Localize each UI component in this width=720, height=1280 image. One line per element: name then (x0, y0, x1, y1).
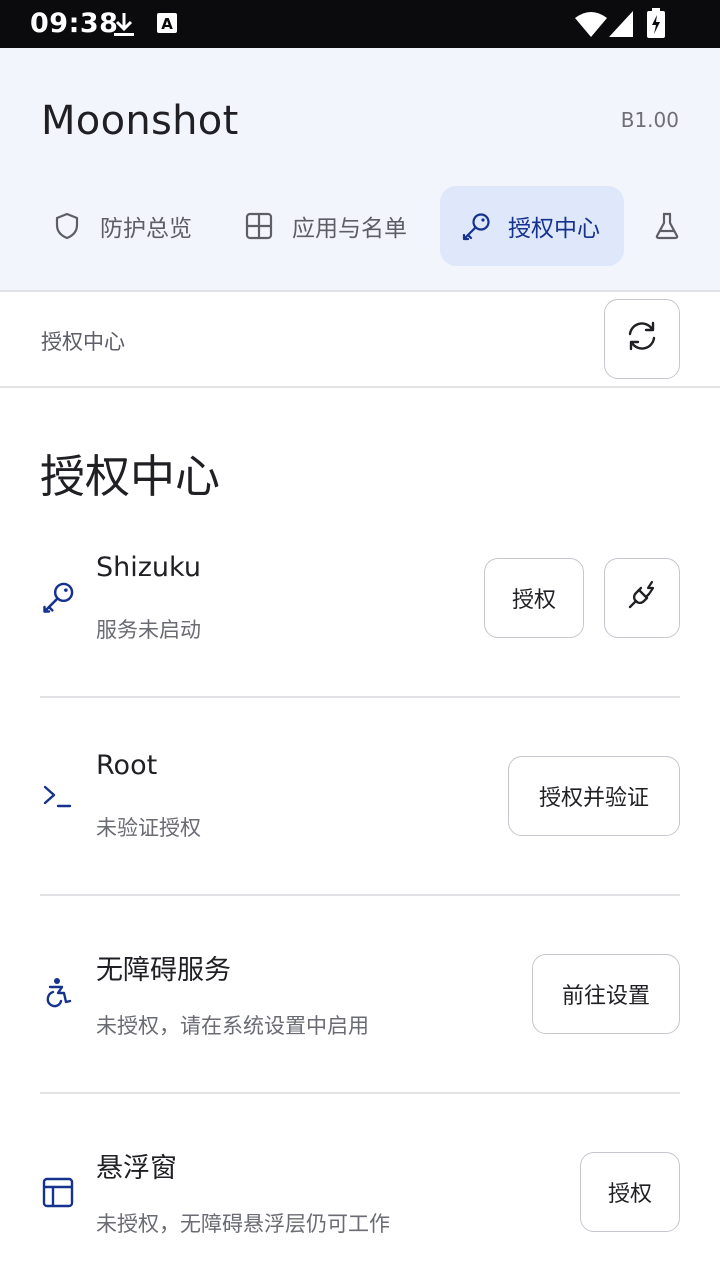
divider (0, 290, 720, 292)
shield-icon (52, 211, 82, 241)
svg-text:A: A (161, 15, 173, 33)
tab-label: 授权中心 (508, 216, 600, 242)
authorize-button[interactable]: 授权 (580, 1152, 680, 1232)
item-title: Root (96, 750, 158, 781)
refresh-icon (625, 319, 659, 359)
list-item-shizuku: Shizuku 服务未启动 (40, 500, 680, 698)
accessibility-icon (40, 976, 76, 1012)
refresh-button[interactable] (604, 299, 680, 379)
tab-authorization-center[interactable]: 授权中心 (440, 186, 624, 266)
tab-apps-and-lists[interactable]: 应用与名单 (232, 186, 428, 266)
connect-button[interactable] (604, 558, 680, 638)
item-title: Shizuku (96, 552, 201, 583)
flask-icon (652, 211, 682, 241)
tab-protection-overview[interactable]: 防护总览 (40, 186, 210, 266)
toolbar-label: 授权中心 (41, 330, 125, 354)
terminal-icon (40, 778, 76, 814)
authorize-and-verify-button[interactable]: 授权并验证 (508, 756, 680, 836)
authorize-button[interactable]: 授权 (484, 558, 584, 638)
window-icon (40, 1174, 76, 1210)
page-heading: 授权中心 (40, 450, 221, 503)
download-icon (112, 11, 136, 41)
app-title: Moonshot (41, 98, 239, 144)
go-to-settings-button[interactable]: 前往设置 (532, 954, 680, 1034)
tab-label: 防护总览 (100, 216, 192, 242)
tab-bar: 防护总览 应用与名单 授权中心 (0, 186, 720, 266)
app-version: B1.00 (620, 108, 679, 132)
item-subtitle: 未授权，无障碍悬浮层仍可工作 (96, 1212, 390, 1236)
signal-icon (608, 10, 634, 42)
app-header: Moonshot B1.00 防护总览 应用与名单 授权中心 (0, 48, 720, 291)
divider (0, 386, 720, 388)
item-title: 无障碍服务 (96, 955, 231, 986)
key-icon (40, 580, 76, 616)
wifi-icon (574, 10, 608, 42)
item-subtitle: 服务未启动 (96, 618, 201, 642)
status-time: 09:38 (30, 8, 119, 39)
tab-label: 应用与名单 (292, 216, 407, 242)
status-bar: 09:38 A (0, 0, 720, 48)
battery-charging-icon (646, 8, 666, 42)
tab-lab[interactable] (640, 186, 700, 266)
plug-icon (625, 578, 659, 618)
grid-icon (244, 211, 274, 241)
item-subtitle: 未验证授权 (96, 816, 201, 840)
keyboard-a-icon: A (156, 12, 178, 38)
item-subtitle: 未授权，请在系统设置中启用 (96, 1014, 369, 1038)
key-icon (460, 211, 490, 241)
item-title: 悬浮窗 (96, 1153, 177, 1184)
